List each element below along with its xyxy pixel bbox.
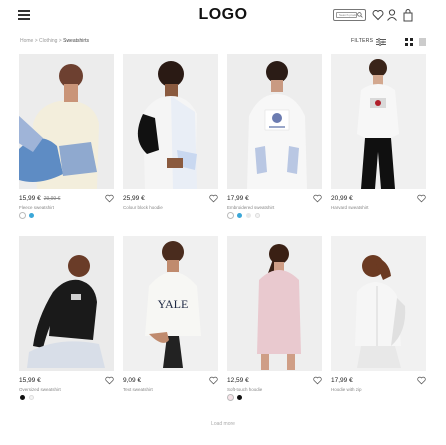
breadcrumb-home[interactable]: Home <box>20 38 33 44</box>
toolbar: Home > Clothing > Sweatshirts FILTERS <box>0 36 446 50</box>
svg-text:YALE: YALE <box>158 297 189 311</box>
product-name: Embroidered sweatshirt <box>227 205 275 210</box>
color-swatches <box>19 394 79 402</box>
product-price: 15,99 €29,99 € <box>19 195 61 202</box>
product-price: 17,99 € <box>331 377 353 384</box>
price-row: 15,99 € <box>19 376 114 387</box>
product-photo <box>331 54 426 189</box>
search-input[interactable]: Search products <box>333 9 366 21</box>
product-image[interactable] <box>19 54 114 189</box>
wishlist-heart-icon[interactable] <box>417 376 426 385</box>
swatch-black[interactable] <box>20 395 25 400</box>
swatch-grey[interactable] <box>246 213 251 218</box>
grid-view-icon[interactable] <box>405 38 413 46</box>
product-image[interactable] <box>331 54 426 189</box>
product-photo <box>227 54 322 189</box>
product-photo <box>19 54 114 189</box>
product-name: Harvard sweatshirt <box>331 205 369 210</box>
wishlist-heart-icon[interactable] <box>209 376 218 385</box>
product-image[interactable] <box>227 54 322 189</box>
product-image[interactable] <box>331 236 426 371</box>
product-name: Text sweatshirt <box>123 387 153 392</box>
wishlist-heart-icon[interactable] <box>313 376 322 385</box>
swatch-white[interactable] <box>227 212 234 219</box>
product-name: Soft-touch hoodie <box>227 387 263 392</box>
product-price: 20,99 € <box>331 195 353 202</box>
breadcrumb-clothing[interactable]: Clothing <box>39 38 57 44</box>
product-photo <box>19 236 114 371</box>
price-row: 17,99 € <box>227 194 322 205</box>
product-image[interactable] <box>123 54 218 189</box>
wishlist-heart-icon[interactable] <box>209 194 218 203</box>
filters-button[interactable]: FILTERS <box>351 38 373 44</box>
color-swatches <box>19 212 79 220</box>
heart-icon[interactable] <box>372 8 384 22</box>
product-price: 17,99 € <box>227 195 249 202</box>
search-placeholder: Search products <box>336 12 357 18</box>
product-image[interactable] <box>19 236 114 371</box>
header: LOGO Search products <box>0 0 446 32</box>
price-row: 20,99 € <box>331 194 426 205</box>
price-row: 15,99 €29,99 € <box>19 194 114 205</box>
product-photo <box>331 236 426 371</box>
price-row: 17,99 € <box>331 376 426 387</box>
swatch-blue[interactable] <box>237 213 242 218</box>
bag-icon[interactable] <box>402 8 414 22</box>
product-price: 25,99 € <box>123 195 145 202</box>
price-row: 25,99 € <box>123 194 218 205</box>
swatch-white[interactable] <box>19 212 26 219</box>
wishlist-heart-icon[interactable] <box>105 376 114 385</box>
product-price: 9,09 € <box>123 377 142 384</box>
price-row: 9,09 € <box>123 376 218 387</box>
product-photo <box>123 54 218 189</box>
color-swatches <box>227 394 287 402</box>
product-photo: YALE <box>123 236 218 371</box>
search-icon[interactable] <box>357 12 363 18</box>
single-view-icon[interactable] <box>419 38 426 46</box>
wishlist-heart-icon[interactable] <box>105 194 114 203</box>
breadcrumb-current: Sweatshirts <box>63 38 89 44</box>
breadcrumb: Home > Clothing > Sweatshirts <box>20 38 89 44</box>
load-more-button[interactable]: Load more <box>0 421 446 427</box>
price-row: 12,59 € <box>227 376 322 387</box>
user-icon[interactable] <box>386 8 398 22</box>
old-price: 29,99 € <box>43 196 61 202</box>
product-name: Hoodie with zip <box>331 387 362 392</box>
product-image[interactable] <box>227 236 322 371</box>
swatch-blue[interactable] <box>29 213 34 218</box>
wishlist-heart-icon[interactable] <box>417 194 426 203</box>
filters-icon[interactable] <box>376 38 386 46</box>
product-photo <box>227 236 322 371</box>
product-price: 12,59 € <box>227 377 249 384</box>
wishlist-heart-icon[interactable] <box>313 194 322 203</box>
product-name: Colour block hoodie <box>123 205 163 210</box>
product-name: Oversized sweatshirt <box>19 387 61 392</box>
color-swatches <box>227 212 287 220</box>
product-price: 15,99 € <box>19 377 41 384</box>
product-image[interactable]: YALE <box>123 236 218 371</box>
swatch-ecru[interactable] <box>255 213 260 218</box>
swatch-pink[interactable] <box>227 394 234 401</box>
product-name: Fleece sweatshirt <box>19 205 55 210</box>
swatch-black[interactable] <box>237 395 242 400</box>
swatch-ecru[interactable] <box>29 395 34 400</box>
